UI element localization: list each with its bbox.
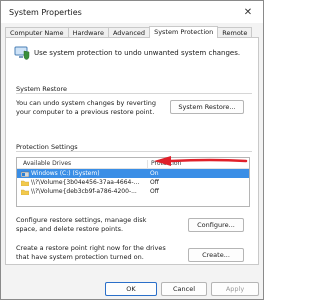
drive-protection-status: On xyxy=(150,170,159,177)
title-bar: System Properties ✕ xyxy=(1,1,263,23)
drive-protection-status: Off xyxy=(150,179,159,186)
window-title: System Properties xyxy=(9,8,82,17)
drive-row[interactable]: Windows (C:) (System) On xyxy=(17,169,249,178)
drive-row[interactable]: \\?\Volume{deb3cb9f-a786-4200-... Off xyxy=(17,187,249,196)
apply-button[interactable]: Apply xyxy=(211,282,259,296)
drive-protection-status: Off xyxy=(150,188,159,195)
protection-settings-divider xyxy=(16,151,252,152)
drive-row[interactable]: \\?\Volume{3b04e456-37aa-4664-... Off xyxy=(17,178,249,187)
folder-icon xyxy=(21,180,29,186)
folder-icon xyxy=(21,189,29,195)
configure-description: Configure restore settings, manage disk … xyxy=(16,216,147,233)
system-restore-description: You can undo system changes by reverting… xyxy=(16,99,157,116)
cancel-button[interactable]: Cancel xyxy=(161,282,207,296)
system-protection-panel: Use system protection to undo unwanted s… xyxy=(5,37,259,265)
system-restore-button[interactable]: System Restore... xyxy=(170,100,244,114)
drive-name: \\?\Volume{deb3cb9f-a786-4200-... xyxy=(31,188,137,195)
red-arrow-annotation xyxy=(154,156,248,166)
create-button[interactable]: Create... xyxy=(188,248,244,262)
system-restore-heading: System Restore xyxy=(16,85,67,93)
protection-settings-heading: Protection Settings xyxy=(16,143,78,151)
column-available-drives[interactable]: Available Drives xyxy=(23,160,71,167)
ok-button[interactable]: OK xyxy=(105,282,157,296)
drive-name: \\?\Volume{3b04e456-37aa-4664-... xyxy=(31,179,140,186)
close-button[interactable]: ✕ xyxy=(233,1,263,23)
system-restore-divider xyxy=(16,93,252,94)
tab-system-protection[interactable]: System Protection xyxy=(149,26,219,38)
system-properties-window: System Properties ✕ Computer Name Hardwa… xyxy=(0,0,264,300)
intro-text: Use system protection to undo unwanted s… xyxy=(34,49,241,57)
drive-name: Windows (C:) (System) xyxy=(31,170,100,177)
shield-computer-icon xyxy=(14,46,30,60)
configure-button[interactable]: Configure... xyxy=(188,218,244,232)
windows-drive-icon xyxy=(21,171,29,177)
intro-row: Use system protection to undo unwanted s… xyxy=(14,46,240,60)
create-description: Create a restore point right now for the… xyxy=(16,244,166,261)
